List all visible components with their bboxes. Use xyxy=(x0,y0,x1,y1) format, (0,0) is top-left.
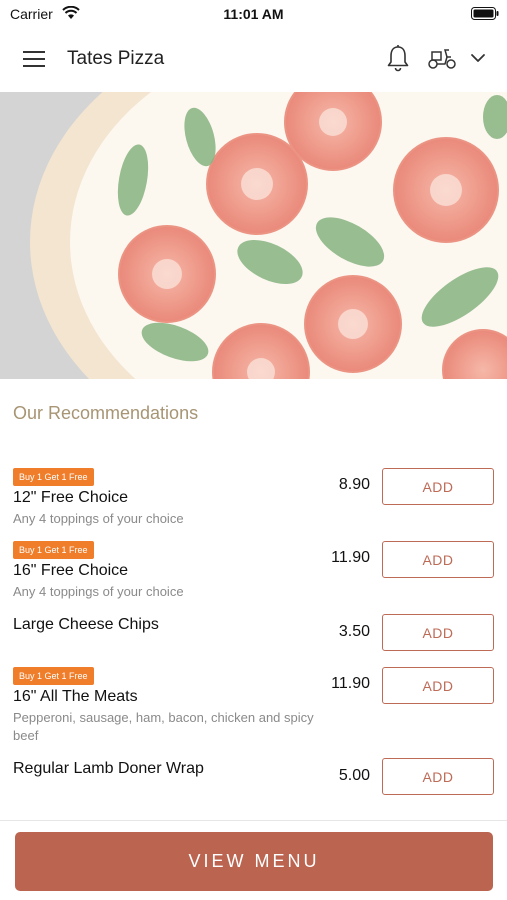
item-name: 12" Free Choice xyxy=(13,489,129,506)
status-time: 11:01 AM xyxy=(223,6,284,22)
view-menu-button[interactable]: VIEW MENU xyxy=(15,832,493,891)
item-price: 5.00 xyxy=(338,767,370,784)
bell-icon[interactable] xyxy=(386,44,410,72)
item-description: Pepperoni, sausage, ham, bacon, chicken … xyxy=(13,710,314,743)
item-price: 11.90 xyxy=(331,675,370,692)
item-description: Any 4 toppings of your choice xyxy=(13,584,184,599)
add-button[interactable]: ADD xyxy=(382,468,494,505)
bottom-bar: VIEW MENU xyxy=(0,820,507,900)
item-price: 11.90 xyxy=(331,549,370,566)
add-button[interactable]: ADD xyxy=(382,667,494,704)
item-price: 3.50 xyxy=(338,623,370,640)
chevron-down-icon[interactable] xyxy=(470,52,486,64)
item-name: Large Cheese Chips xyxy=(13,616,159,633)
promo-badge: Buy 1 Get 1 Free xyxy=(13,541,94,559)
scooter-icon[interactable] xyxy=(427,46,457,70)
promo-badge: Buy 1 Get 1 Free xyxy=(13,468,94,486)
hamburger-menu-icon[interactable] xyxy=(23,50,45,68)
app-bar: Tates Pizza xyxy=(0,28,507,92)
item-name: Regular Lamb Doner Wrap xyxy=(13,760,204,777)
pizza-hero-image xyxy=(0,92,507,379)
section-title: Our Recommendations xyxy=(13,403,199,423)
add-button[interactable]: ADD xyxy=(382,758,494,795)
add-button[interactable]: ADD xyxy=(382,541,494,578)
battery-icon xyxy=(471,7,499,20)
add-button[interactable]: ADD xyxy=(382,614,494,651)
app-title: Tates Pizza xyxy=(67,48,165,69)
item-name: 16" All The Meats xyxy=(13,688,138,705)
item-description: Any 4 toppings of your choice xyxy=(13,511,184,526)
promo-badge: Buy 1 Get 1 Free xyxy=(13,667,94,685)
item-price: 8.90 xyxy=(338,476,370,493)
pizza-illustration xyxy=(0,92,507,379)
status-bar: Carrier 11:01 AM xyxy=(0,0,507,28)
item-name: 16" Free Choice xyxy=(13,562,129,579)
